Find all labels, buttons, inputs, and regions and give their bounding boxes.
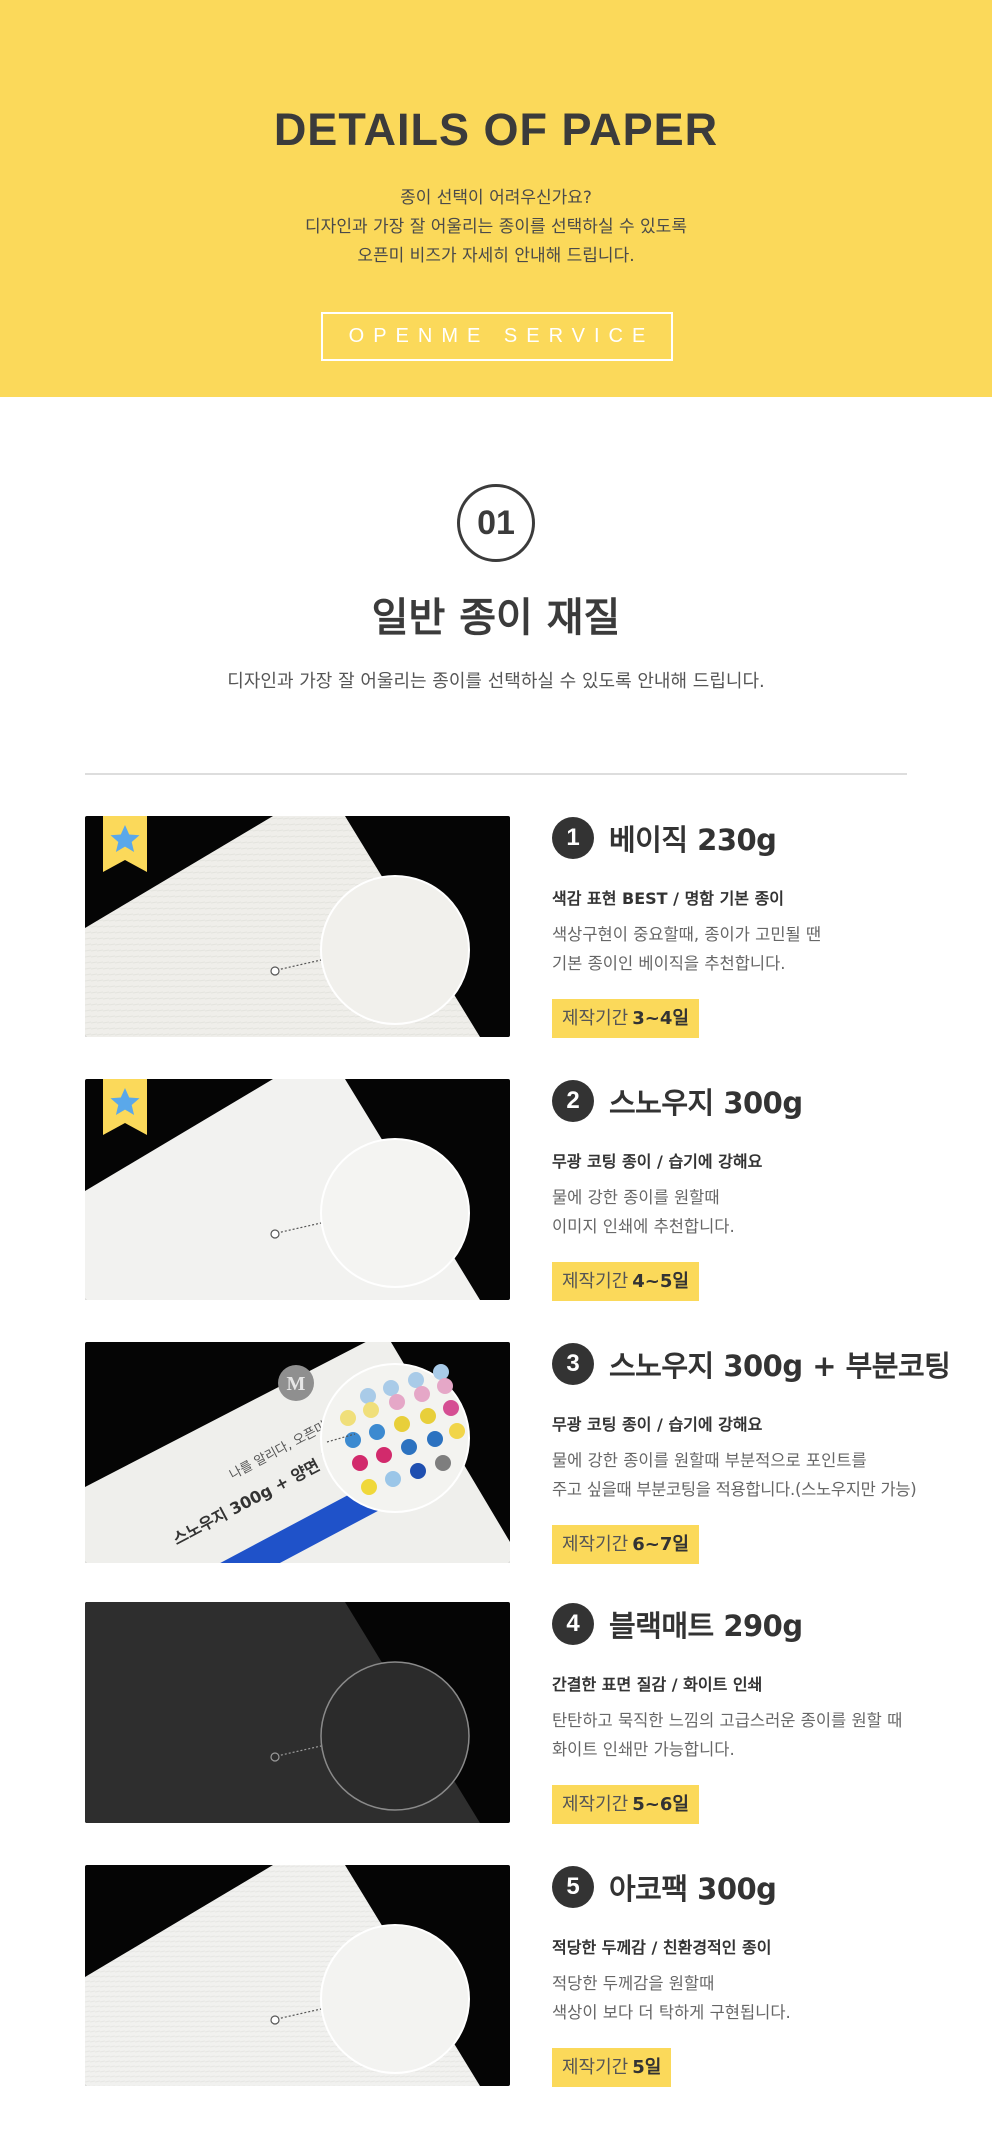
lead-time-label: 제작기간 xyxy=(562,1271,629,1292)
paper-name: 스노우지 300g xyxy=(609,1086,803,1120)
paper-description-line: 주고 싶을때 부분코팅을 적용합니다.(스노우지만 가능) xyxy=(552,1480,917,1499)
lead-time-value: 4~5일 xyxy=(632,1271,689,1292)
paper-image xyxy=(85,1079,510,1300)
lead-time-badge: 제작기간 3~4일 xyxy=(552,999,699,1038)
paper-feature: 적당한 두께감 / 친환경적인 종이 xyxy=(552,1938,772,1957)
paper-acopack-illustration xyxy=(85,1865,510,2086)
paper-description-line: 화이트 인쇄만 가능합니다. xyxy=(552,1740,735,1759)
hero-description: 종이 선택이 어려우신가요? 디자인과 가장 잘 어울리는 종이를 선택하실 수… xyxy=(0,184,992,271)
paper-description-line: 적당한 두께감을 원할때 xyxy=(552,1974,715,1993)
lead-time-label: 제작기간 xyxy=(562,2057,629,2078)
section-subtitle: 디자인과 가장 잘 어울리는 종이를 선택하실 수 있도록 안내해 드립니다. xyxy=(227,671,765,692)
paper-heading: 1 베이직 230g xyxy=(552,816,777,860)
paper-description: 물에 강한 종이를 원할때 부분적으로 포인트를 주고 싶을때 부분코팅을 적용… xyxy=(552,1446,917,1504)
paper-description-line: 이미지 인쇄에 추천합니다. xyxy=(552,1217,735,1236)
paper-name: 아코팩 300g xyxy=(609,1872,777,1906)
paper-description: 적당한 두께감을 원할때 색상이 보다 더 탁하게 구현됩니다. xyxy=(552,1969,791,2027)
paper-heading: 4 블랙매트 290g xyxy=(552,1602,803,1646)
hero-banner: DETAILS OF PAPER 종이 선택이 어려우신가요? 디자인과 가장 … xyxy=(0,0,992,397)
section-number: 01 xyxy=(457,484,535,562)
paper-description: 탄탄하고 묵직한 느낌의 고급스러운 종이를 원할 때 화이트 인쇄만 가능합니… xyxy=(552,1706,902,1764)
lead-time-badge: 제작기간 5일 xyxy=(552,2048,672,2087)
best-badge xyxy=(103,1079,147,1135)
best-badge xyxy=(103,816,147,872)
lead-time-value: 3~4일 xyxy=(632,1008,689,1029)
paper-number: 5 xyxy=(552,1866,594,1908)
hero-description-line: 종이 선택이 어려우신가요? xyxy=(400,188,592,208)
paper-heading: 5 아코팩 300g xyxy=(552,1865,777,1909)
paper-number: 3 xyxy=(552,1343,594,1385)
paper-description-line: 탄탄하고 묵직한 느낌의 고급스러운 종이를 원할 때 xyxy=(552,1711,903,1730)
paper-number: 1 xyxy=(552,817,594,859)
paper-description: 색상구현이 중요할때, 종이가 고민될 땐 기본 종이인 베이직을 추천합니다. xyxy=(552,920,821,978)
lead-time-value: 5일 xyxy=(632,2057,662,2078)
paper-name: 블랙매트 290g xyxy=(609,1609,803,1643)
section-title: 일반 종이 재질 xyxy=(371,595,621,641)
paper-basic-illustration xyxy=(85,816,510,1037)
paper-description-line: 색상구현이 중요할때, 종이가 고민될 땐 xyxy=(552,925,822,944)
paper-snow-illustration xyxy=(85,1079,510,1300)
lead-time-label: 제작기간 xyxy=(562,1794,629,1815)
paper-spot-coating-illustration: M 나를 알리다, 오픈미 스노우지 300g + 양면 부분코팅 xyxy=(85,1342,510,1563)
paper-feature: 간결한 표면 질감 / 화이트 인쇄 xyxy=(552,1675,763,1694)
paper-heading: 3 스노우지 300g + 부분코팅 xyxy=(552,1342,951,1386)
lead-time-badge: 제작기간 6~7일 xyxy=(552,1525,699,1564)
paper-black-matte-illustration xyxy=(85,1602,510,1823)
section-divider xyxy=(85,773,907,775)
hero-description-line: 오픈미 비즈가 자세히 안내해 드립니다. xyxy=(357,246,635,266)
paper-image xyxy=(85,1602,510,1823)
paper-image xyxy=(85,1865,510,2086)
paper-name: 스노우지 300g + 부분코팅 xyxy=(609,1349,951,1383)
paper-heading: 2 스노우지 300g xyxy=(552,1079,803,1123)
lead-time-label: 제작기간 xyxy=(562,1008,629,1029)
paper-number: 2 xyxy=(552,1080,594,1122)
paper-name: 베이직 230g xyxy=(609,823,777,857)
paper-image: M 나를 알리다, 오픈미 스노우지 300g + 양면 부분코팅 xyxy=(85,1342,510,1563)
paper-description-line: 기본 종이인 베이직을 추천합니다. xyxy=(552,954,786,973)
lead-time-label: 제작기간 xyxy=(562,1534,629,1555)
page-title: DETAILS OF PAPER xyxy=(273,104,719,155)
svg-text:M: M xyxy=(287,1373,306,1395)
paper-feature: 색감 표현 BEST / 명함 기본 종이 xyxy=(552,889,785,908)
openme-service-button[interactable]: OPENME SERVICE xyxy=(321,312,673,361)
paper-description-line: 물에 강한 종이를 원할때 xyxy=(552,1188,720,1207)
paper-description-line: 물에 강한 종이를 원할때 부분적으로 포인트를 xyxy=(552,1451,867,1470)
paper-image xyxy=(85,816,510,1037)
lead-time-value: 6~7일 xyxy=(632,1534,689,1555)
paper-description: 물에 강한 종이를 원할때 이미지 인쇄에 추천합니다. xyxy=(552,1183,735,1241)
paper-feature: 무광 코팅 종이 / 습기에 강해요 xyxy=(552,1152,763,1171)
lead-time-badge: 제작기간 4~5일 xyxy=(552,1262,699,1301)
paper-number: 4 xyxy=(552,1603,594,1645)
paper-feature: 무광 코팅 종이 / 습기에 강해요 xyxy=(552,1415,763,1434)
hero-description-line: 디자인과 가장 잘 어울리는 종이를 선택하실 수 있도록 xyxy=(305,217,687,237)
paper-description-line: 색상이 보다 더 탁하게 구현됩니다. xyxy=(552,2003,791,2022)
lead-time-value: 5~6일 xyxy=(632,1794,689,1815)
lead-time-badge: 제작기간 5~6일 xyxy=(552,1785,699,1824)
